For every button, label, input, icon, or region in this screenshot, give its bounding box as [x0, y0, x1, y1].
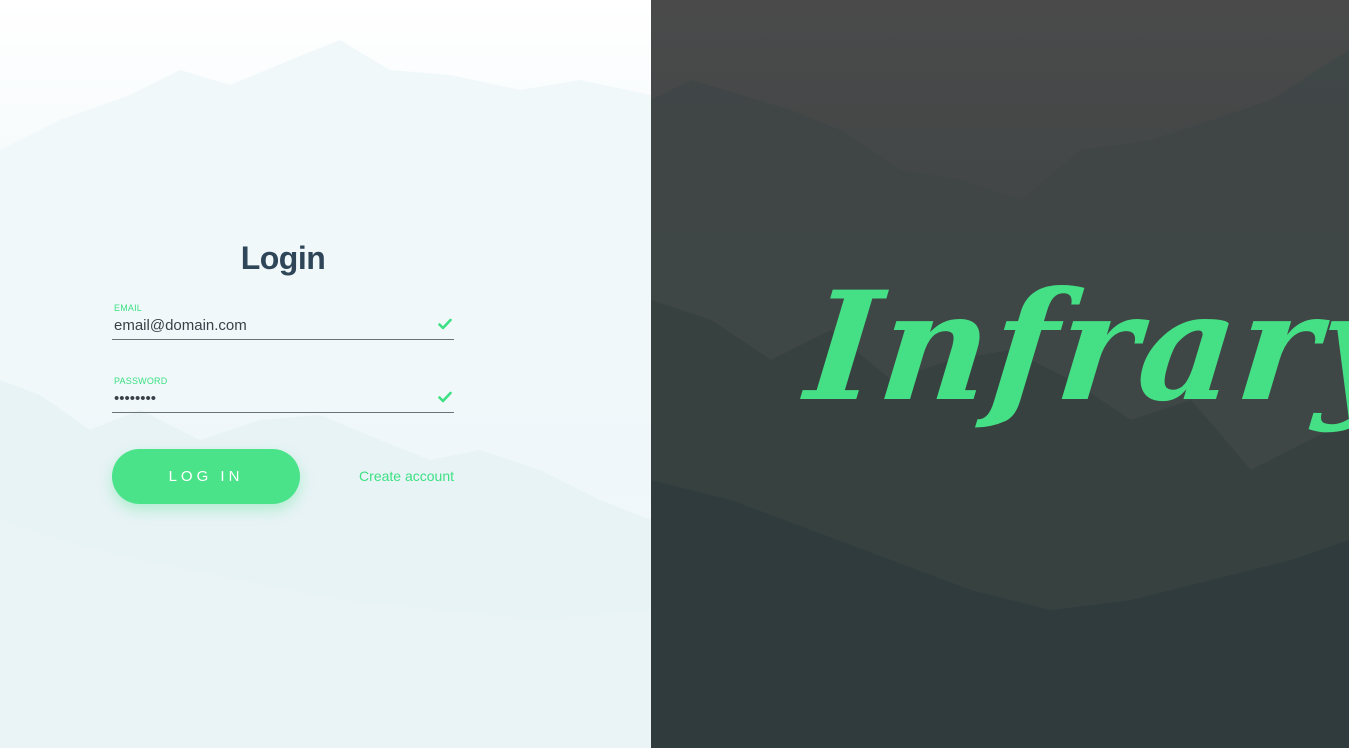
- password-field[interactable]: [114, 390, 424, 407]
- create-account-link[interactable]: Create account: [359, 468, 454, 484]
- password-label: PASSWORD: [114, 376, 168, 386]
- email-field-group: EMAIL: [112, 303, 454, 340]
- login-form: Login EMAIL PASSWORD LOG IN Create accou…: [112, 240, 454, 505]
- check-icon: [438, 318, 452, 330]
- form-actions: LOG IN Create account: [112, 449, 454, 505]
- check-icon: [438, 391, 452, 403]
- password-field-group: PASSWORD: [112, 376, 454, 413]
- page: Login EMAIL PASSWORD LOG IN Create accou…: [0, 0, 1349, 748]
- login-panel: Login EMAIL PASSWORD LOG IN Create accou…: [0, 0, 651, 748]
- brand-logo: Infrary: [799, 259, 1349, 435]
- email-field[interactable]: [114, 317, 424, 334]
- login-button[interactable]: LOG IN: [112, 449, 300, 504]
- brand-panel: Infrary: [651, 0, 1349, 748]
- email-label: EMAIL: [114, 303, 143, 313]
- page-title: Login: [240, 240, 326, 276]
